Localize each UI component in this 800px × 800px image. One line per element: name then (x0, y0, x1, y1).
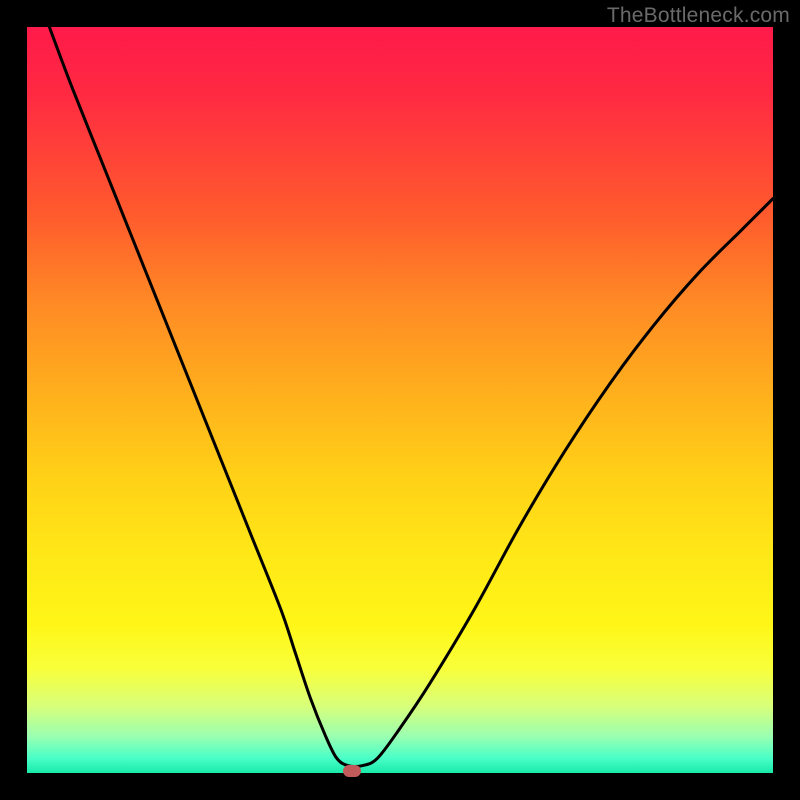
optimum-marker (343, 765, 361, 777)
watermark-text: TheBottleneck.com (607, 4, 790, 28)
gradient-background (27, 27, 773, 773)
chart-frame (27, 27, 773, 773)
